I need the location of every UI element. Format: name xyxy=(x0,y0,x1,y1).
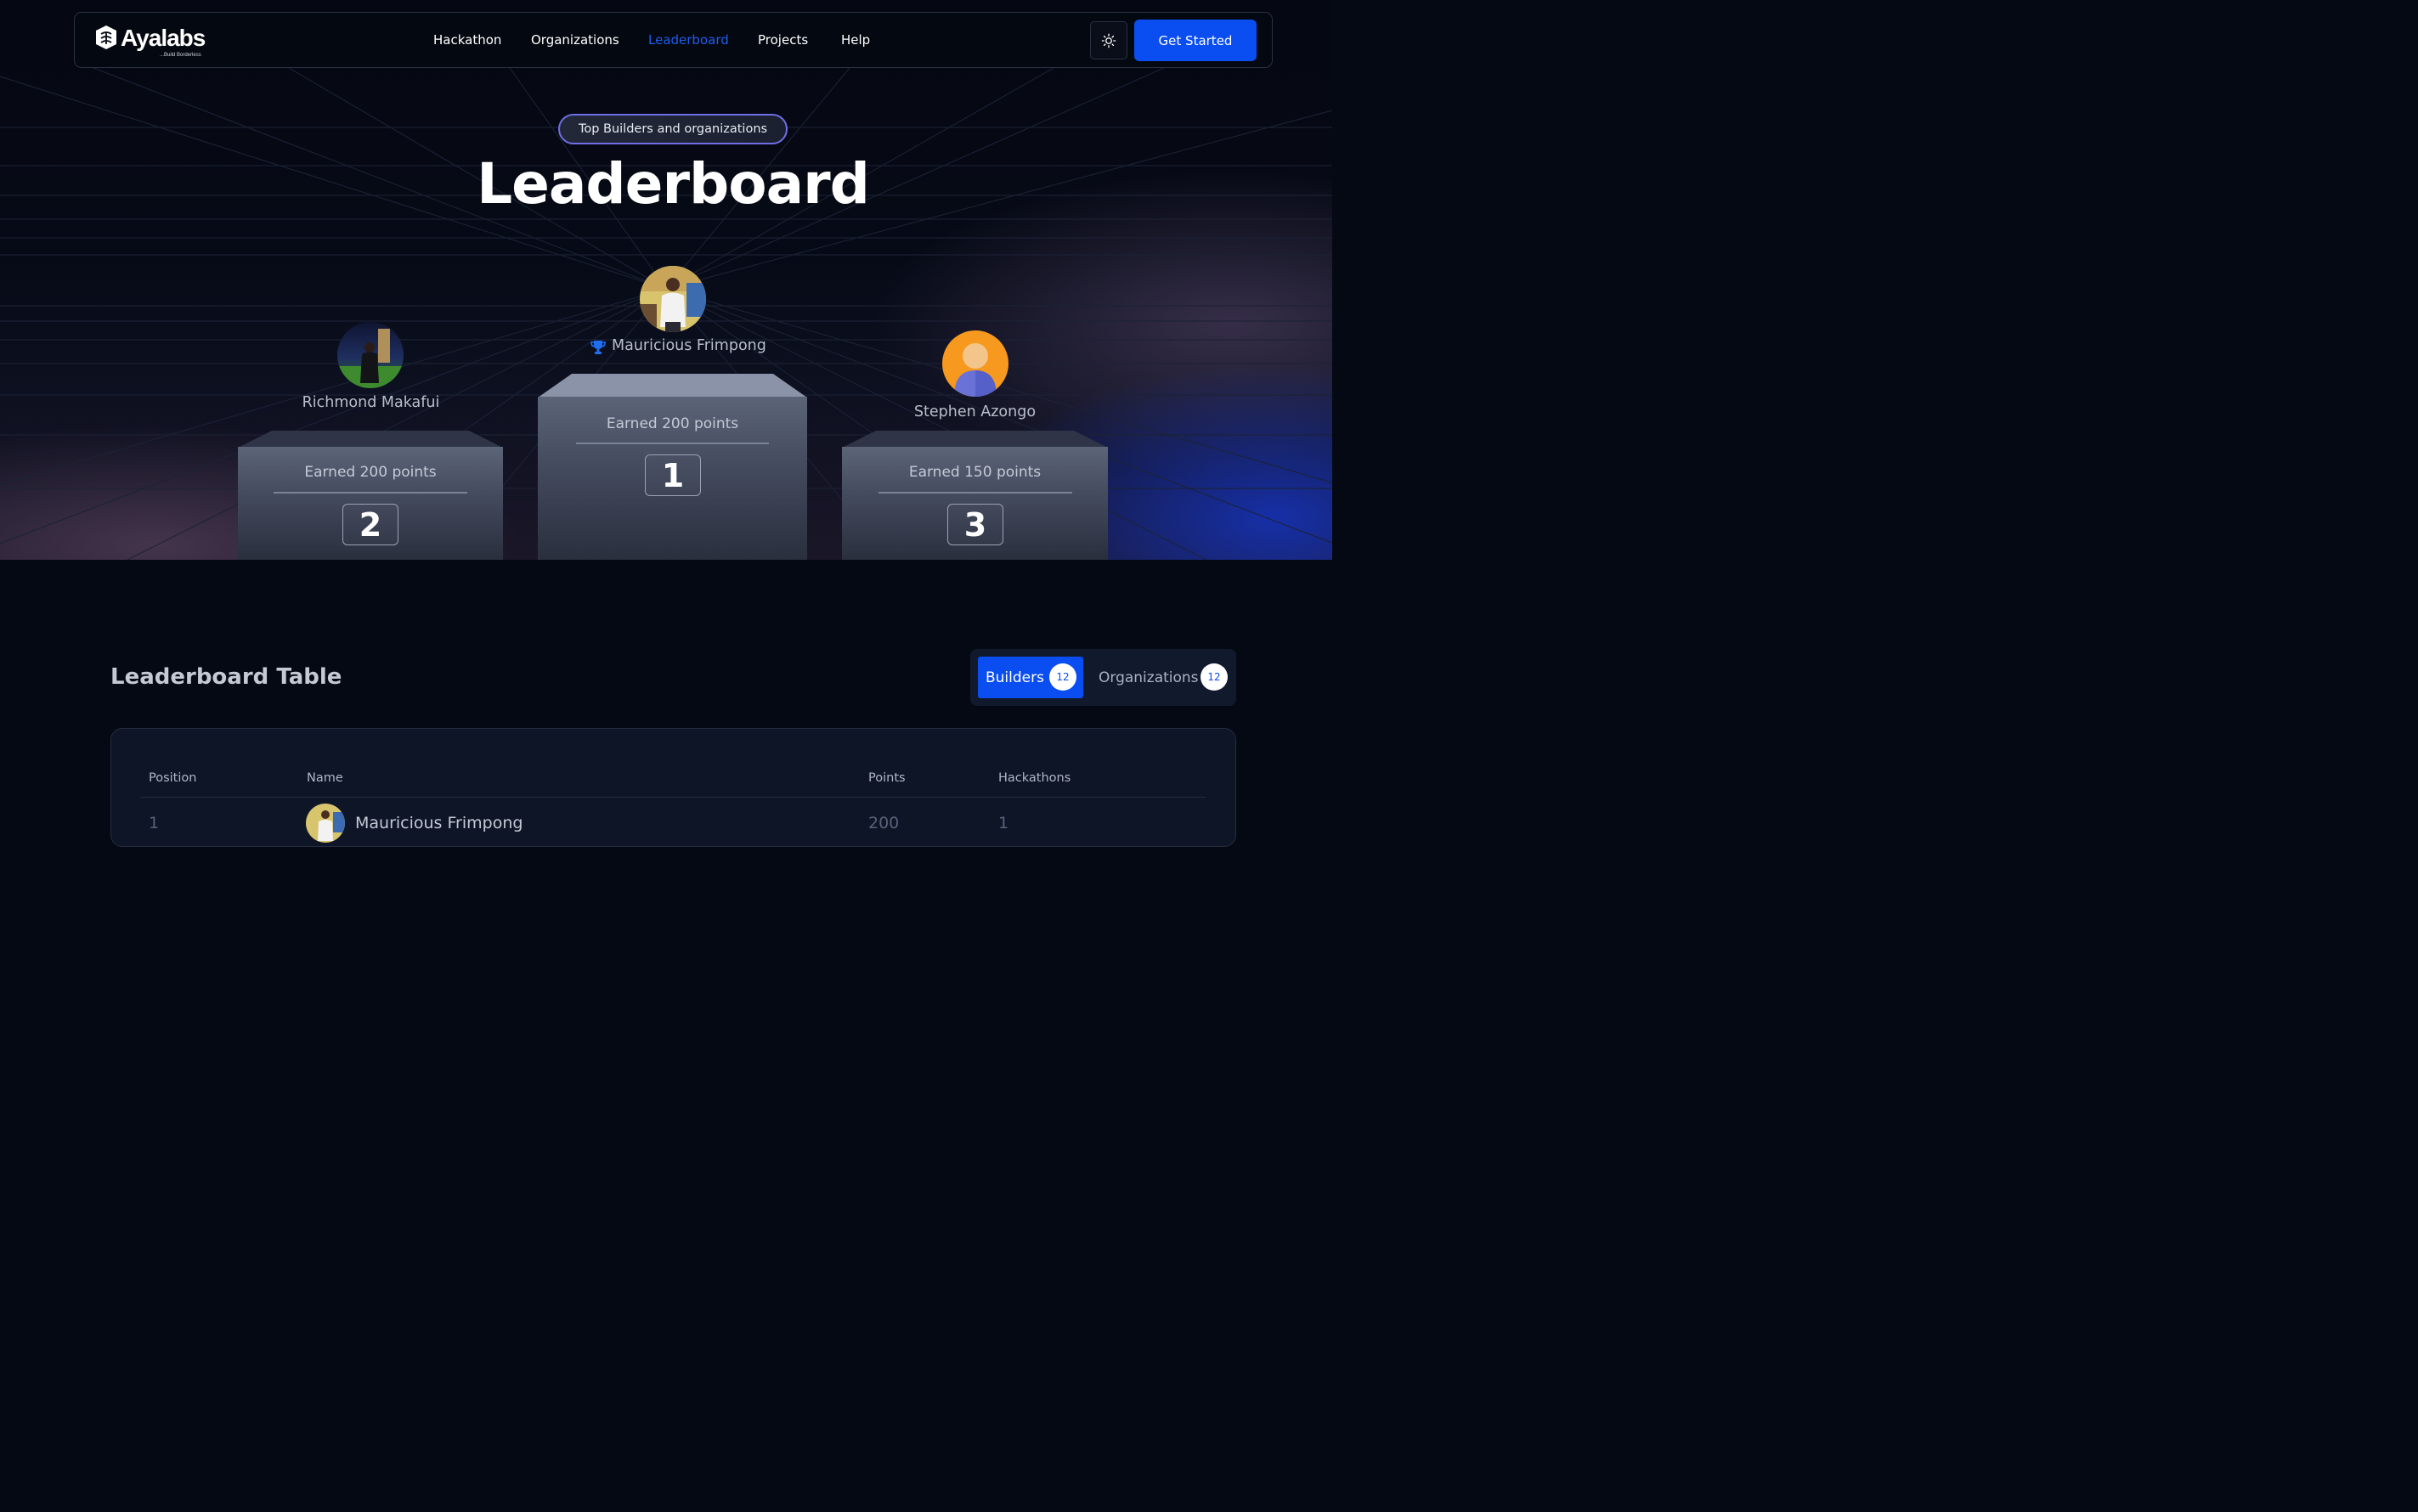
trophy-icon xyxy=(590,341,606,354)
column-header-hackathons[interactable]: Hackathons xyxy=(998,771,1071,785)
tab-organizations[interactable]: Organizations 12 xyxy=(1092,657,1232,698)
nav-link-organizations[interactable]: Organizations xyxy=(531,32,619,48)
tab-organizations-count: 12 xyxy=(1201,663,1228,691)
tab-builders[interactable]: Builders 12 xyxy=(978,657,1083,698)
column-header-points[interactable]: Points xyxy=(868,771,906,785)
nav-link-leaderboard[interactable]: Leaderboard xyxy=(648,32,729,48)
first-place-name: Mauricious Frimpong xyxy=(612,337,766,354)
leaderboard-table: Position Name Points Hackathons 1 Mauric… xyxy=(110,728,1236,847)
row-hackathons: 1 xyxy=(998,814,1009,832)
avatar-first-place xyxy=(640,266,706,332)
first-place-rank: 1 xyxy=(645,454,701,496)
sun-icon xyxy=(1101,33,1116,48)
nav-link-help[interactable]: Help xyxy=(841,32,870,48)
table-header-divider xyxy=(140,797,1206,798)
avatar-second-place xyxy=(337,322,404,388)
second-place-name: Richmond Makafui xyxy=(302,394,440,411)
podium-first-top xyxy=(538,374,807,398)
third-place-points: Earned 150 points xyxy=(908,464,1042,481)
leaderboard-tabs: Builders 12 Organizations 12 xyxy=(970,649,1236,706)
third-place-rank: 3 xyxy=(947,504,1003,545)
column-header-name[interactable]: Name xyxy=(307,771,343,785)
podium-third: Earned 150 points 3 xyxy=(842,431,1108,560)
second-place-points: Earned 200 points xyxy=(304,464,437,481)
column-header-position[interactable]: Position xyxy=(149,771,196,785)
row-points: 200 xyxy=(868,814,900,832)
nav-link-hackathon[interactable]: Hackathon xyxy=(433,32,501,48)
third-place-name: Stephen Azongo xyxy=(913,403,1037,420)
first-place-points: Earned 200 points xyxy=(606,415,739,432)
row-position: 1 xyxy=(149,814,160,832)
leaderboard-table-title: Leaderboard Table xyxy=(110,664,342,690)
theme-toggle-button[interactable] xyxy=(1090,21,1127,59)
nav-link-projects[interactable]: Projects xyxy=(758,32,808,48)
tab-builders-label: Builders xyxy=(986,669,1044,686)
row-name: Mauricious Frimpong xyxy=(355,814,523,832)
second-place-rank: 2 xyxy=(342,504,398,545)
tab-organizations-label: Organizations xyxy=(1099,669,1199,686)
hero-section: Ayalabs ...Build Borderless Hackathon Or… xyxy=(0,0,1332,560)
podium-first: Earned 200 points 1 xyxy=(538,374,807,560)
top-navbar: Ayalabs ...Build Borderless Hackathon Or… xyxy=(74,12,1273,68)
avatar-third-place xyxy=(942,330,1008,397)
tab-builders-count: 12 xyxy=(1049,663,1076,691)
podium-second: Earned 200 points 2 xyxy=(238,431,503,560)
row-avatar xyxy=(306,804,345,843)
hero-pill-badge: Top Builders and organizations xyxy=(558,114,788,144)
get-started-button[interactable]: Get Started xyxy=(1134,20,1257,61)
podium-third-top xyxy=(842,431,1108,448)
page-title: Leaderboard xyxy=(477,151,870,217)
podium-second-top xyxy=(238,431,503,448)
